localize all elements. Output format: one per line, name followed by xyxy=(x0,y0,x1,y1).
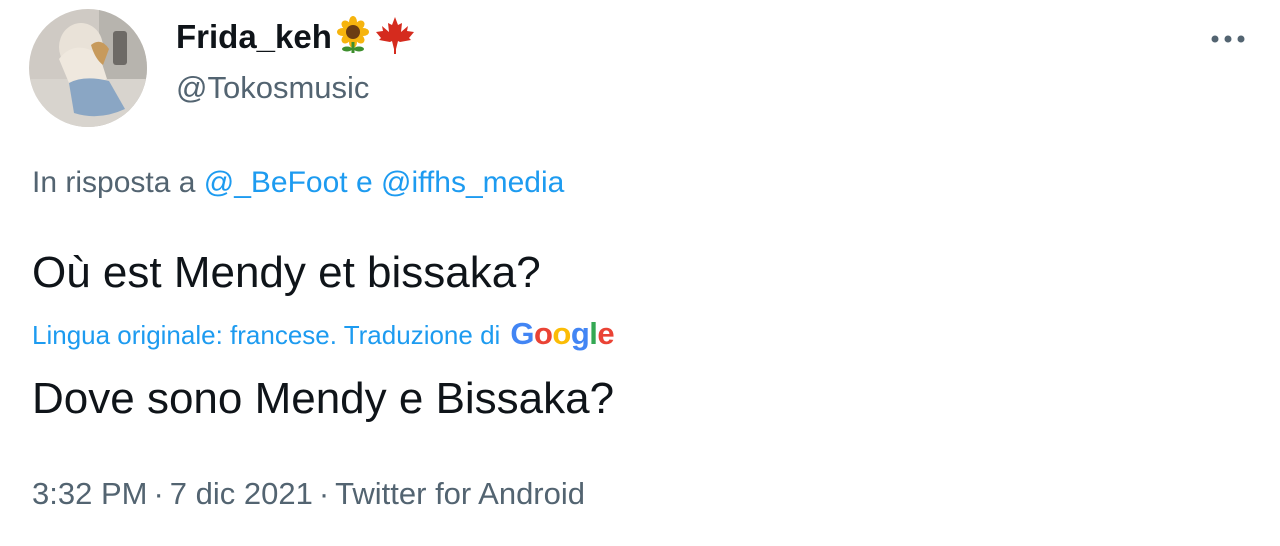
mention-befoot[interactable]: @_BeFoot xyxy=(204,166,348,199)
google-logo: Google xyxy=(510,316,615,351)
translation-info[interactable]: Lingua originale: francese. Traduzione d… xyxy=(32,316,615,352)
author-name-row[interactable]: Frida_keh xyxy=(176,15,416,60)
mention-iffhs-media[interactable]: @iffhs_media xyxy=(381,166,564,199)
tweet-time[interactable]: 3:32 PM xyxy=(32,476,147,511)
reply-context: In risposta a @_BeFoot e @iffhs_media xyxy=(32,166,564,200)
translated-text: Dove sono Mendy e Bissaka? xyxy=(32,374,615,423)
tweet-text: Où est Mendy et bissaka? xyxy=(32,248,541,297)
meta-separator: · xyxy=(153,476,164,511)
tweet: Frida_keh @Tokosmusic In risposta a @_Be… xyxy=(0,0,1280,546)
author-display-name[interactable]: Frida_keh xyxy=(176,18,332,56)
translation-info-label: Lingua originale: francese. Traduzione d… xyxy=(32,320,501,350)
meta-separator: · xyxy=(318,476,330,511)
maple-leaf-icon xyxy=(374,15,416,60)
reply-prefix: In risposta a xyxy=(32,166,196,199)
reply-conjunction: e xyxy=(355,166,373,199)
tweet-source[interactable]: Twitter for Android xyxy=(335,476,585,511)
sunflower-icon xyxy=(334,15,372,59)
more-options-button[interactable] xyxy=(1208,24,1248,54)
avatar-image xyxy=(29,9,147,127)
tweet-date[interactable]: 7 dic 2021 xyxy=(170,476,313,511)
author-handle[interactable]: @Tokosmusic xyxy=(176,70,369,106)
more-horizontal-icon xyxy=(1211,30,1245,48)
avatar[interactable] xyxy=(29,9,147,127)
tweet-meta: 3:32 PM · 7 dic 2021 · Twitter for Android xyxy=(32,476,585,512)
